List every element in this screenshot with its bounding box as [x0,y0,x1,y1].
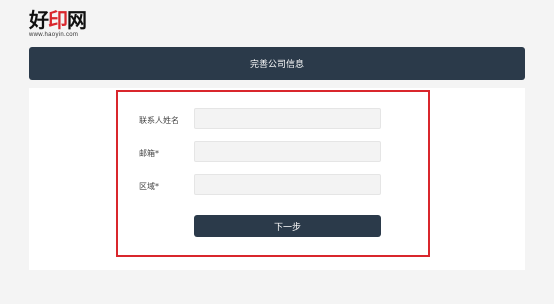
brand-logo: 好印网 www.haoyin.com [29,8,87,38]
logo-url: www.haoyin.com [29,32,79,38]
email-input[interactable] [195,145,380,164]
email-field[interactable] [194,141,381,164]
page-title: 完善公司信息 [249,60,304,70]
region-field[interactable] [194,174,381,197]
email-label: 邮箱* [139,149,159,158]
contact-name-field[interactable] [194,108,381,131]
logo-char-2: 印 [48,8,68,32]
next-step-button[interactable]: 下一步 [194,215,381,237]
region-label: 区域* [139,182,159,191]
contact-name-input[interactable] [195,112,380,131]
region-input[interactable] [195,178,380,197]
logo-char-3: 网 [67,8,87,32]
logo-text: 好印网 [29,8,87,32]
contact-name-label: 联系人姓名 [139,116,179,125]
logo-char-1: 好 [29,8,49,32]
page-title-bar: 完善公司信息 [29,47,525,80]
